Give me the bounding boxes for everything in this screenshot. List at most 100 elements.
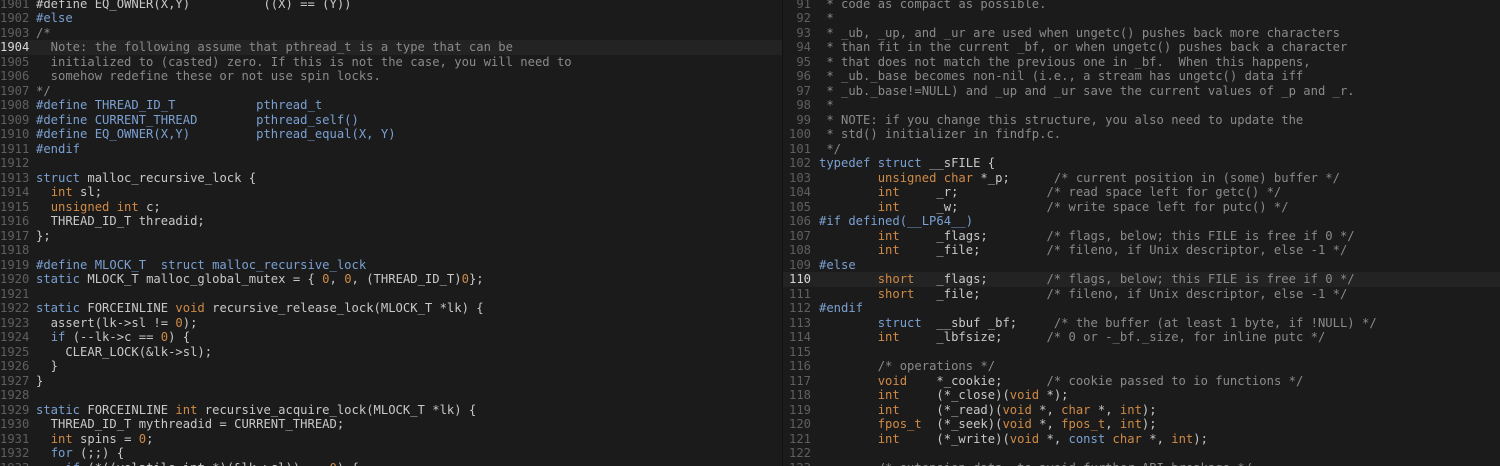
code-line[interactable]: 1927} <box>0 374 782 389</box>
code-line[interactable]: 1917}; <box>0 229 782 244</box>
code-line[interactable]: 104 int _r; /* read space left for getc(… <box>783 185 1500 200</box>
line-number: 1909 <box>0 112 30 127</box>
code-line[interactable]: 123 /* extension data, to avoid further … <box>783 461 1500 466</box>
code-line[interactable]: 120 fpos_t (*_seek)(void *, fpos_t, int)… <box>783 417 1500 432</box>
code-line[interactable]: 121 int (*_write)(void *, const char *, … <box>783 432 1500 447</box>
code-line[interactable]: 1925 CLEAR_LOCK(&lk->sl); <box>0 345 782 360</box>
code-text: /* operations */ <box>819 359 1500 374</box>
line-number: 1922 <box>0 301 30 315</box>
code-line[interactable]: 1913 struct malloc_recursive_lock { <box>0 171 782 186</box>
line-number: 1926 <box>0 359 30 373</box>
code-line[interactable]: 1910 #define EQ_OWNER(X,Y) pthread_equal(… <box>0 127 782 142</box>
code-text: int _file; /* fileno, if Unix descriptor… <box>819 243 1500 258</box>
editor-pane-right[interactable]: 91 * code as compact as possible. 92 * 93 … <box>783 0 1500 466</box>
line-number: 1923 <box>0 315 30 330</box>
code-line[interactable]: 1916 THREAD_ID_T threadid; <box>0 214 782 229</box>
line-number: 1914 <box>0 185 30 199</box>
code-line[interactable]: 117 void *_cookie; /* cookie passed to i… <box>783 374 1500 389</box>
code-line[interactable]: 1919 #define MLOCK_T struct malloc_recurs… <box>0 258 782 273</box>
code-line[interactable]: 1908 #define THREAD_ID_T pthread_t <box>0 98 782 113</box>
code-line[interactable]: 122 <box>783 446 1500 461</box>
code-line[interactable]: 96 * _ub._base becomes non-nil (i.e., a … <box>783 69 1500 84</box>
code-token: MLOCK_T malloc_global_mutex = { <box>80 272 323 286</box>
code-line[interactable]: 1901 #define EQ_OWNER(X,Y) ((X) == (Y)) <box>0 0 782 11</box>
code-line[interactable]: 1903 /* <box>0 26 782 41</box>
code-line[interactable]: 119 int (*_read)(void *, char *, int); <box>783 403 1500 418</box>
code-token: const <box>1068 431 1106 446</box>
code-line[interactable]: 93 * _ub, _up, and _ur are used when ung… <box>783 26 1500 41</box>
code-line[interactable]: 1906 somehow redefine these or not use s… <box>0 69 782 84</box>
code-token: /* operations */ <box>877 359 996 373</box>
code-token: initialized to (casted) zero. If this is… <box>36 54 572 69</box>
code-line[interactable]: 98 * <box>783 98 1500 113</box>
code-line[interactable]: 91 * code as compact as possible. <box>783 0 1500 11</box>
code-line[interactable]: 1909 #define CURRENT_THREAD pthread_self(… <box>0 113 782 128</box>
current-code-line[interactable]: 110 short _flags; /* flags, below; this … <box>783 272 1500 287</box>
code-line[interactable]: 1932 for (;;) { <box>0 446 782 461</box>
code-line[interactable]: 103 unsigned char *_p; /* current positi… <box>783 171 1500 186</box>
code-line[interactable]: 99 * NOTE: if you change this structure,… <box>783 113 1500 128</box>
code-line[interactable]: 112 #endif <box>783 301 1500 316</box>
line-number: 1932 <box>0 446 30 460</box>
code-line[interactable]: 1921 <box>0 287 782 302</box>
code-token: malloc_recursive_lock { <box>80 170 257 185</box>
line-number: 91 <box>796 0 811 11</box>
current-code-line[interactable]: 1904 Note: the following assume that pth… <box>0 40 782 55</box>
code-line[interactable]: 102 typedef struct __sFILE { <box>783 156 1500 171</box>
code-token: /* flags, below; this FILE is free if 0 … <box>1046 228 1355 243</box>
code-line[interactable]: 1926 } <box>0 359 782 374</box>
code-line[interactable]: 108 int _file; /* fileno, if Unix descri… <box>783 243 1500 258</box>
code-line[interactable]: 115 <box>783 345 1500 360</box>
code-line[interactable]: 1929 static FORCEINLINE int recursive_acq… <box>0 403 782 418</box>
code-token: #define THREAD_ID_T pthread_t <box>36 98 323 112</box>
code-line[interactable]: 97 * _ub._base!=NULL) and _up and _ur sa… <box>783 84 1500 99</box>
code-line[interactable]: 1923 assert(lk->sl != 0); <box>0 316 782 331</box>
code-line[interactable]: 1931 int spins = 0; <box>0 432 782 447</box>
line-number: 1913 <box>0 170 30 185</box>
code-line[interactable]: 1933 if (*((volatile int *)(&lk->sl)) ==… <box>0 461 782 466</box>
code-line[interactable]: 92 * <box>783 11 1500 26</box>
code-token: int <box>50 431 73 446</box>
code-token: /* <box>36 25 51 40</box>
code-line[interactable]: 1915 unsigned int c; <box>0 200 782 215</box>
code-token: _file; <box>914 286 1047 301</box>
code-token: (--lk->c == <box>65 330 161 344</box>
code-line[interactable]: 1918 <box>0 243 782 258</box>
code-text: THREAD_ID_T mythreadid = CURRENT_THREAD; <box>36 417 782 432</box>
code-token: FORCEINLINE <box>80 402 176 417</box>
code-token: , <box>329 272 345 286</box>
line-number: 109 <box>788 257 811 272</box>
code-line[interactable]: 1907 */ <box>0 84 782 99</box>
code-line[interactable]: 1911 #endif <box>0 142 782 157</box>
code-text: typedef struct __sFILE { <box>819 156 1500 171</box>
code-line[interactable]: 116 /* operations */ <box>783 359 1500 374</box>
code-text: */ <box>819 142 1500 157</box>
code-line[interactable]: 1902 #else <box>0 11 782 26</box>
line-number: 1927 <box>0 373 30 388</box>
code-line[interactable]: 107 int _flags; /* flags, below; this FI… <box>783 229 1500 244</box>
code-line[interactable]: 109 #else <box>783 258 1500 273</box>
code-line[interactable]: 1924 if (--lk->c == 0) { <box>0 330 782 345</box>
code-line[interactable]: 105 int _w; /* write space left for putc… <box>783 200 1500 215</box>
code-line[interactable]: 106 #if defined(__LP64__) <box>783 214 1500 229</box>
code-line[interactable]: 1912 <box>0 156 782 171</box>
code-line[interactable]: 1920 static MLOCK_T malloc_global_mutex =… <box>0 272 782 287</box>
editor-pane-left[interactable]: 1901 #define EQ_OWNER(X,Y) ((X) == (Y)) 19… <box>0 0 783 466</box>
code-line[interactable]: 1914 int sl; <box>0 185 782 200</box>
code-token: void <box>175 301 205 315</box>
code-line[interactable]: 1905 initialized to (casted) zero. If th… <box>0 55 782 70</box>
code-line[interactable]: 114 int _lbfsize; /* 0 or -_bf._size, fo… <box>783 330 1500 345</box>
code-line[interactable]: 100 * std() initializer in findfp.c. <box>783 127 1500 142</box>
code-line[interactable]: 113 struct __sbuf _bf; /* the buffer (at… <box>783 316 1500 331</box>
code-line[interactable]: 118 int (*_close)(void *); <box>783 388 1500 403</box>
code-token: (*_read)( <box>899 402 1003 417</box>
code-line[interactable]: 111 short _file; /* fileno, if Unix desc… <box>783 287 1500 302</box>
code-line[interactable]: 1930 THREAD_ID_T mythreadid = CURRENT_TH… <box>0 417 782 432</box>
code-line[interactable]: 1922 static FORCEINLINE void recursive_re… <box>0 301 782 316</box>
code-line[interactable]: 94 * than fit in the current _bf, or whe… <box>783 40 1500 55</box>
code-line[interactable]: 101 */ <box>783 142 1500 157</box>
code-line[interactable]: 1928 <box>0 388 782 403</box>
code-line[interactable]: 95 * that does not match the previous on… <box>783 55 1500 70</box>
